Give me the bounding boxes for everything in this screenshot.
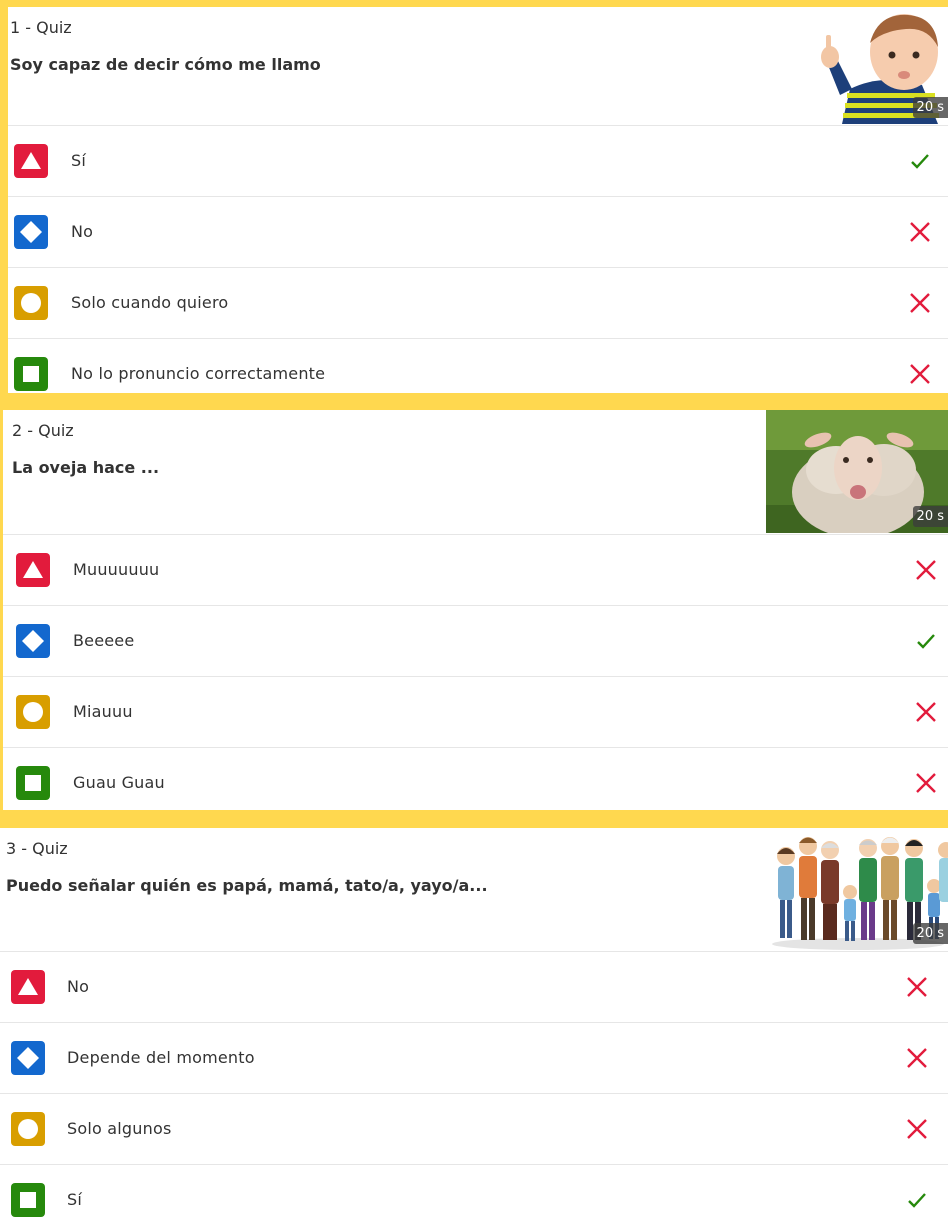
triangle-icon <box>14 144 48 178</box>
answer-option: Guau Guau <box>3 748 948 810</box>
circle-icon <box>16 695 50 729</box>
diamond-icon <box>16 624 50 658</box>
quiz-card-3[interactable]: 3 - Quiz Puedo señalar quién es papá, ma… <box>0 828 948 1221</box>
answer-label: No lo pronuncio correctamente <box>71 364 326 383</box>
diamond-icon <box>14 215 48 249</box>
answer-label: Solo cuando quiero <box>71 293 229 312</box>
quiz-number: 3 - Quiz <box>6 839 68 858</box>
question-image: 20 s <box>766 410 948 533</box>
cross-icon <box>907 1048 927 1068</box>
question-title: La oveja hace ... <box>12 458 160 477</box>
answer-option: Solo algunos <box>0 1094 948 1165</box>
cross-icon <box>916 702 936 722</box>
answer-option: No <box>0 952 948 1023</box>
answer-label: Sí <box>71 151 87 170</box>
square-icon <box>14 357 48 391</box>
question-title: Puedo señalar quién es papá, mamá, tato/… <box>6 876 488 895</box>
answer-label: Miauuu <box>73 702 133 721</box>
answer-option: Miauuu <box>3 677 948 748</box>
time-limit-badge: 20 s <box>912 923 948 944</box>
answer-label: No <box>67 977 90 996</box>
circle-icon <box>14 286 48 320</box>
answer-label: Guau Guau <box>73 773 165 792</box>
quiz-header: 2 - Quiz La oveja hace ... 20 s <box>3 410 948 535</box>
answer-option: Solo cuando quiero <box>8 268 948 339</box>
question-image: 20 s <box>768 828 948 950</box>
answer-label: Beeeee <box>73 631 135 650</box>
quiz-header: 3 - Quiz Puedo señalar quién es papá, ma… <box>0 828 948 952</box>
question-title: Soy capaz de decir cómo me llamo <box>10 55 321 74</box>
triangle-icon <box>16 553 50 587</box>
triangle-icon <box>11 970 45 1004</box>
cross-icon <box>910 364 930 384</box>
quiz-header: 1 - Quiz Soy capaz de decir cómo me llam… <box>8 7 948 126</box>
cross-icon <box>910 222 930 242</box>
answer-label: Depende del momento <box>67 1048 255 1067</box>
diamond-icon <box>11 1041 45 1075</box>
answer-option: Sí <box>8 126 948 197</box>
quiz-card-1[interactable]: 1 - Quiz Soy capaz de decir cómo me llam… <box>8 7 948 393</box>
cross-icon <box>916 560 936 580</box>
answer-option: Depende del momento <box>0 1023 948 1094</box>
question-image: 20 s <box>812 7 948 124</box>
answer-option: No lo pronuncio correctamente <box>8 339 948 393</box>
cross-icon <box>910 293 930 313</box>
square-icon <box>11 1183 45 1217</box>
check-icon <box>908 1193 926 1208</box>
square-icon <box>16 766 50 800</box>
answer-label: Muuuuuuu <box>73 560 160 579</box>
answer-label: Solo algunos <box>67 1119 172 1138</box>
answer-option: Muuuuuuu <box>3 535 948 606</box>
cross-icon <box>907 1119 927 1139</box>
time-limit-badge: 20 s <box>912 506 948 527</box>
answer-label: No <box>71 222 94 241</box>
quiz-number: 2 - Quiz <box>12 421 74 440</box>
answer-option: No <box>8 197 948 268</box>
cross-icon <box>916 773 936 793</box>
time-limit-badge: 20 s <box>912 97 948 118</box>
check-icon <box>911 154 929 169</box>
quiz-number: 1 - Quiz <box>10 18 72 37</box>
quiz-card-2[interactable]: 2 - Quiz La oveja hace ... 20 s Muuuuuuu… <box>3 410 948 810</box>
answer-option: Sí <box>0 1165 948 1221</box>
answer-label: Sí <box>67 1190 83 1209</box>
circle-icon <box>11 1112 45 1146</box>
check-icon <box>917 634 935 649</box>
answer-option: Beeeee <box>3 606 948 677</box>
cross-icon <box>907 977 927 997</box>
